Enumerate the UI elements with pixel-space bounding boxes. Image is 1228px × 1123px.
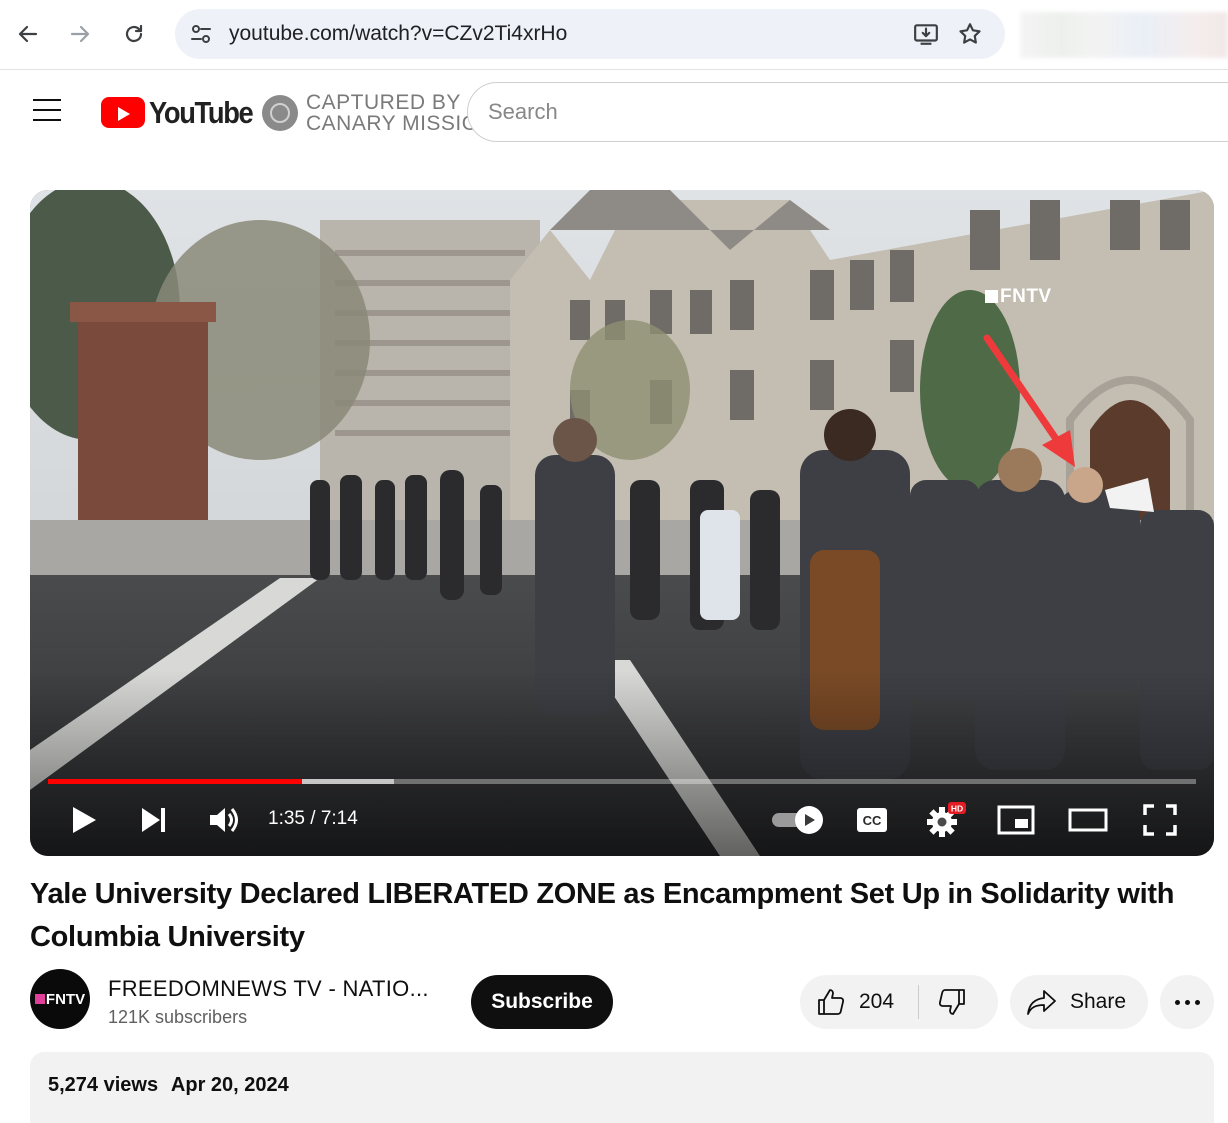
dislike-icon: [938, 989, 965, 1015]
avatar-logo: FNTV: [34, 991, 85, 1008]
browser-toolbar: youtube.com/watch?v=CZv2Ti4xrHo: [0, 0, 1228, 70]
extension-area: [1020, 12, 1228, 58]
subscriber-count: 121K subscribers: [108, 1007, 248, 1027]
url-text[interactable]: youtube.com/watch?v=CZv2Ti4xrHo: [229, 22, 567, 46]
description-meta: 5,274 views Apr 20, 2024: [48, 1074, 297, 1097]
next-icon: [142, 808, 165, 832]
fullscreen-icon: [1143, 804, 1177, 836]
install-app-icon[interactable]: [913, 21, 939, 47]
channel-avatar[interactable]: FNTV: [30, 969, 90, 1029]
subscribe-button[interactable]: Subscribe: [471, 975, 613, 1029]
search-input[interactable]: [488, 97, 1088, 127]
star-icon[interactable]: [957, 21, 983, 47]
reload-icon: [125, 24, 143, 43]
theater-icon: [1068, 808, 1108, 832]
hamburger-icon[interactable]: [33, 99, 63, 125]
fntv-watermark: FNTV: [985, 286, 1052, 308]
like-button[interactable]: 204: [800, 975, 918, 1029]
share-icon: [1027, 990, 1056, 1015]
captions-button[interactable]: CC: [852, 800, 892, 840]
volume-icon: [210, 808, 238, 832]
overlay-line2: CANARY MISSION: [306, 112, 495, 135]
forward-button[interactable]: [60, 14, 100, 54]
progress-bar[interactable]: [48, 779, 1196, 784]
play-icon: [73, 807, 96, 833]
more-actions-button[interactable]: [1160, 975, 1214, 1029]
back-button[interactable]: [8, 14, 48, 54]
next-button[interactable]: [134, 800, 174, 840]
search-box[interactable]: [467, 82, 1228, 142]
address-bar[interactable]: youtube.com/watch?v=CZv2Ti4xrHo: [175, 9, 1005, 59]
forward-icon: [70, 25, 90, 43]
view-count: 5,274 views: [48, 1074, 159, 1096]
miniplayer-icon: [997, 805, 1035, 835]
youtube-logo-text: YouTube: [149, 95, 254, 130]
autoplay-toggle[interactable]: [770, 800, 826, 840]
youtube-logo[interactable]: YouTube: [101, 95, 254, 130]
share-button[interactable]: Share: [1010, 975, 1148, 1029]
youtube-logo-icon: [101, 97, 145, 128]
like-icon: [818, 989, 845, 1015]
dislike-button[interactable]: [919, 975, 998, 1029]
volume-button[interactable]: [204, 800, 244, 840]
description-box[interactable]: 5,274 views Apr 20, 2024: [30, 1052, 1214, 1123]
site-settings-icon[interactable]: [189, 22, 213, 46]
canary-mission-overlay: CAPTURED BY CANARY MISSION: [262, 91, 495, 141]
play-button[interactable]: [64, 800, 104, 840]
like-count: 204: [859, 990, 895, 1013]
settings-button[interactable]: HD: [924, 800, 968, 840]
upload-date: Apr 20, 2024: [170, 1074, 289, 1096]
fullscreen-button[interactable]: [1140, 800, 1180, 840]
playback-fill: [48, 779, 302, 784]
video-player[interactable]: FNTV 1:35 / 7:14 CC HD: [30, 190, 1214, 856]
reload-button[interactable]: [114, 14, 154, 54]
youtube-masthead: YouTube CAPTURED BY CANARY MISSION: [0, 71, 1228, 161]
settings-icon: HD: [927, 802, 966, 837]
hd-badge: HD: [951, 804, 963, 814]
like-dislike-group: 204: [800, 975, 998, 1029]
video-title: Yale University Declared LIBERATED ZONE …: [30, 878, 1175, 953]
svg-text:CC: CC: [863, 813, 882, 828]
captions-icon: CC: [857, 808, 887, 832]
time-display: 1:35 / 7:14: [268, 808, 358, 829]
more-icon: [1172, 999, 1202, 1005]
back-icon: [18, 25, 38, 43]
theater-button[interactable]: [1066, 800, 1110, 840]
miniplayer-button[interactable]: [996, 800, 1036, 840]
canary-badge-icon: [262, 95, 298, 131]
channel-name[interactable]: FREEDOMNEWS TV - NATIO...: [108, 976, 429, 1002]
autoplay-toggle-icon: [772, 806, 823, 834]
share-label: Share: [1070, 990, 1127, 1013]
